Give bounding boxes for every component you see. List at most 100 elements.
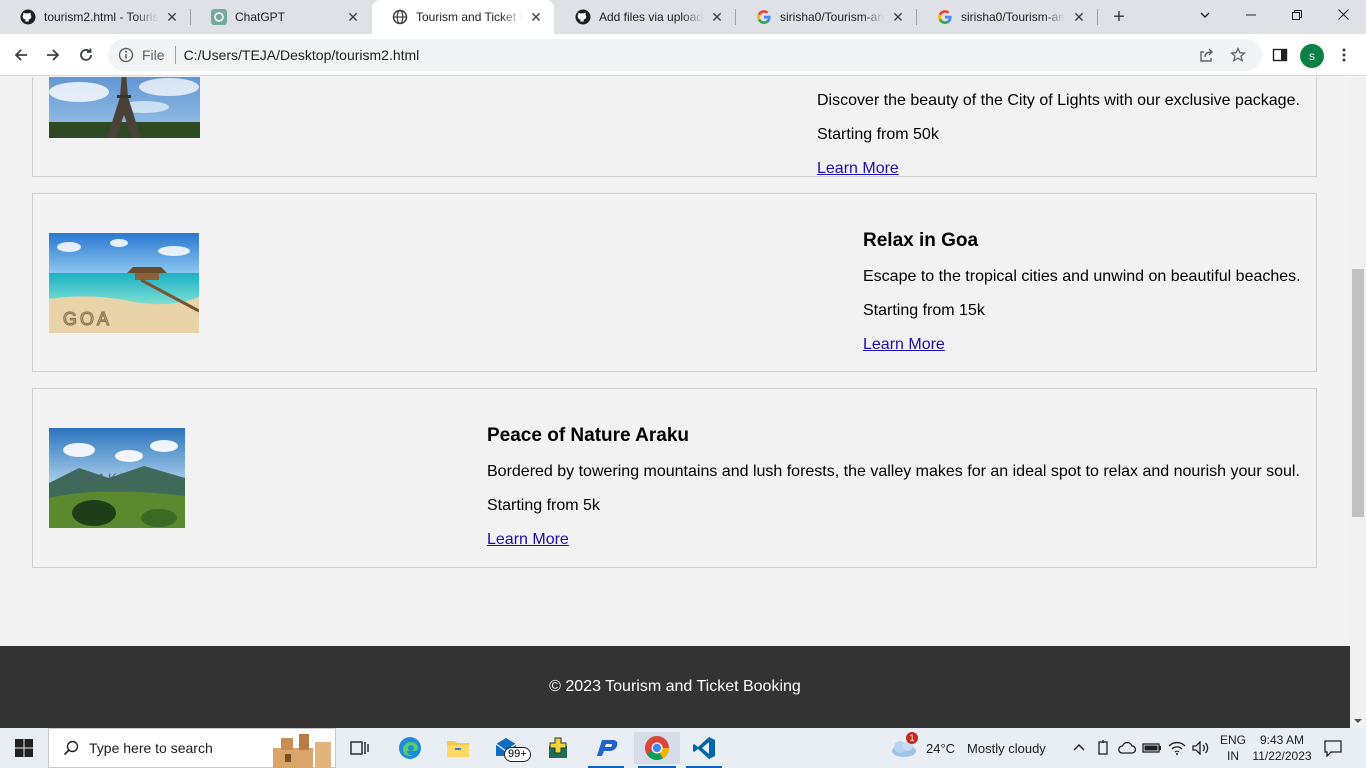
page-scrollbar[interactable]: [1350, 77, 1366, 728]
package-card-araku: ARAKU Peace of Nature Araku Bordered by …: [32, 388, 1317, 568]
taskbar-file-explorer[interactable]: [438, 732, 478, 764]
tab-title: tourism2.html - Touris: [44, 10, 158, 24]
svg-text:ARAKU: ARAKU: [73, 470, 131, 486]
github-icon: [575, 9, 591, 25]
tab-search-button[interactable]: [1182, 0, 1228, 30]
minimize-icon: [1246, 14, 1256, 16]
eiffel-tower-image: [49, 77, 200, 138]
taskbar-chrome[interactable]: [634, 732, 680, 768]
tab-strip: tourism2.html - Touris ✕ ChatGPT ✕ Touri…: [0, 0, 1366, 34]
forward-button[interactable]: [41, 43, 65, 67]
back-button[interactable]: [9, 43, 33, 67]
chevron-down-icon: [1200, 12, 1210, 18]
task-view-icon: [350, 741, 369, 755]
svg-text:GOA: GOA: [63, 309, 112, 329]
vscode-icon: [693, 737, 715, 759]
device-icon[interactable]: [1096, 740, 1110, 756]
folder-icon: [447, 741, 469, 757]
language-indicator[interactable]: ENG IN: [1216, 728, 1250, 768]
arrow-left-icon: [14, 49, 27, 61]
card-price: Starting from 15k: [863, 302, 985, 319]
card-info: Relax in Goa Escape to the tropical citi…: [863, 230, 1308, 354]
tab-add-files[interactable]: Add files via upload · ✕: [555, 0, 735, 34]
tab-sirisha-repo-1[interactable]: sirisha0/Tourism-and· ✕: [736, 0, 916, 34]
clock-date: 11/22/2023: [1252, 749, 1312, 763]
reload-button[interactable]: [74, 43, 98, 67]
start-button[interactable]: [0, 728, 48, 768]
learn-more-link[interactable]: Learn More: [487, 531, 569, 548]
info-icon[interactable]: [118, 47, 134, 63]
close-icon[interactable]: ✕: [164, 9, 180, 25]
close-window-button[interactable]: [1320, 0, 1366, 30]
search-icon: [63, 740, 79, 756]
weather-condition: Mostly cloudy: [967, 740, 1046, 756]
windows-logo-icon: [15, 739, 33, 757]
address-bar[interactable]: File C:/Users/TEJA/Desktop/tourism2.html: [108, 39, 1262, 71]
scroll-down-arrow-icon[interactable]: [1350, 716, 1366, 726]
tab-chatgpt[interactable]: ChatGPT ✕: [191, 0, 371, 34]
chevron-up-icon[interactable]: [1072, 741, 1086, 755]
taskbar-vscode[interactable]: [684, 732, 724, 768]
region-code: IN: [1227, 749, 1239, 763]
side-panel-button[interactable]: [1268, 43, 1292, 67]
github-icon: [20, 9, 36, 25]
weather-widget[interactable]: 1 24°C Mostly cloudy: [890, 728, 1046, 768]
profile-avatar[interactable]: s: [1300, 44, 1324, 68]
reload-icon: [80, 48, 92, 61]
card-description: Escape to the tropical cities and unwind…: [863, 268, 1301, 285]
restore-button[interactable]: [1274, 0, 1320, 30]
taskbar-app-blue[interactable]: [586, 732, 626, 768]
wifi-icon[interactable]: [1168, 741, 1186, 755]
taskbar-edge[interactable]: [390, 732, 430, 764]
weather-alert-badge: 1: [906, 732, 918, 744]
package-card-paris: Discover the beauty of the City of Light…: [32, 77, 1317, 177]
new-tab-button[interactable]: +: [1108, 7, 1130, 27]
taskbar-search-box[interactable]: Type here to search: [48, 728, 336, 768]
share-icon[interactable]: [1198, 47, 1214, 66]
app-cross-icon: [549, 737, 567, 758]
url-text[interactable]: C:/Users/TEJA/Desktop/tourism2.html: [184, 47, 420, 63]
chrome-icon: [645, 736, 669, 761]
card-info: Discover the beauty of the City of Light…: [817, 92, 1307, 178]
task-view-button[interactable]: [340, 732, 380, 764]
tab-title: sirisha0/Tourism-and·: [780, 10, 884, 24]
tab-tourism-ticket[interactable]: Tourism and Ticket Bo ✕: [372, 0, 554, 34]
notification-icon: [1324, 740, 1342, 757]
card-info: Peace of Nature Araku Bordered by toweri…: [487, 425, 1309, 549]
clock-time: 9:43 AM: [1259, 733, 1305, 747]
clock[interactable]: 9:43 AM 11/22/2023: [1252, 728, 1312, 768]
menu-button[interactable]: [1332, 43, 1356, 67]
taskbar-app-green[interactable]: [538, 732, 578, 764]
volume-icon[interactable]: [1192, 741, 1210, 755]
close-icon[interactable]: ✕: [345, 9, 361, 25]
close-icon[interactable]: ✕: [528, 9, 544, 25]
tab-title: sirisha0/Tourism-and·: [961, 10, 1065, 24]
tab-divider: [1097, 9, 1098, 25]
page-viewport: Discover the beauty of the City of Light…: [0, 77, 1350, 728]
arrow-right-icon: [47, 49, 60, 61]
windows-taskbar: Type here to search 99+ 1 24°C Mostly cl…: [0, 728, 1366, 768]
tab-tourism2-html[interactable]: tourism2.html - Touris ✕: [0, 0, 190, 34]
close-icon[interactable]: ✕: [890, 9, 906, 25]
address-divider: [174, 46, 176, 64]
tab-title: Tourism and Ticket Bo: [416, 10, 522, 24]
chatgpt-icon: [211, 9, 227, 25]
tab-sirisha-repo-2[interactable]: sirisha0/Tourism-and· ✕: [917, 0, 1097, 34]
google-icon: [756, 9, 772, 25]
notifications-button[interactable]: [1318, 732, 1348, 764]
close-icon[interactable]: ✕: [1071, 9, 1087, 25]
browser-toolbar: File C:/Users/TEJA/Desktop/tourism2.html: [0, 34, 1366, 76]
taskbar-mail[interactable]: 99+: [488, 732, 531, 764]
package-card-goa: GOA Relax in Goa Escape to the tropical …: [32, 193, 1317, 372]
cloud-sync-icon[interactable]: [1118, 741, 1136, 755]
battery-icon[interactable]: [1142, 741, 1162, 755]
close-icon: [1337, 9, 1349, 20]
learn-more-link[interactable]: Learn More: [863, 336, 945, 353]
minimize-button[interactable]: [1228, 0, 1274, 30]
close-icon[interactable]: ✕: [709, 9, 725, 25]
system-tray-icons: [1072, 728, 1210, 768]
star-icon[interactable]: [1229, 46, 1247, 66]
scrollbar-thumb[interactable]: [1352, 269, 1364, 517]
goa-beach-image: GOA: [49, 233, 200, 333]
learn-more-link[interactable]: Learn More: [817, 160, 899, 177]
